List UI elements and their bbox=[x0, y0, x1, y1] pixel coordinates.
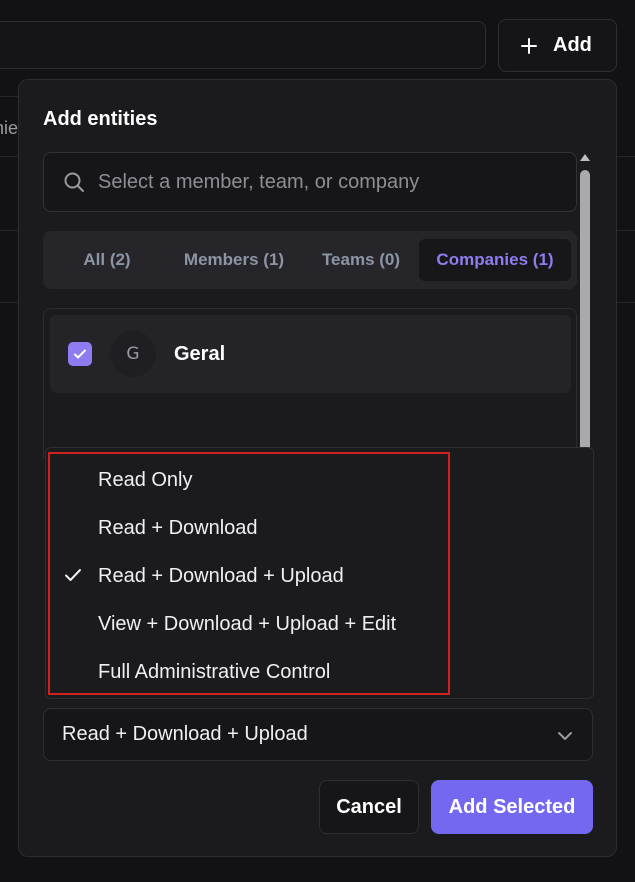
background-add-button[interactable]: Add bbox=[498, 19, 617, 72]
menu-item-read-download[interactable]: Read + Download bbox=[98, 517, 258, 540]
plus-icon bbox=[521, 37, 537, 54]
tab-members[interactable]: Members (1) bbox=[165, 239, 303, 281]
tab-teams[interactable]: Teams (0) bbox=[303, 239, 419, 281]
permission-dropdown-menu: Read Only Read + Download Read + Downloa… bbox=[45, 447, 594, 699]
entity-search-input[interactable] bbox=[98, 170, 538, 194]
tab-all[interactable]: All (2) bbox=[49, 239, 165, 281]
menu-item-view-download-upload-edit[interactable]: View + Download + Upload + Edit bbox=[98, 613, 396, 636]
menu-item-read-download-upload[interactable]: Read + Download + Upload bbox=[98, 565, 344, 588]
background-divider bbox=[0, 96, 20, 97]
permission-select-value: Read + Download + Upload bbox=[62, 723, 308, 745]
add-selected-button[interactable]: Add Selected bbox=[431, 780, 593, 834]
background-divider bbox=[615, 302, 635, 303]
background-divider bbox=[0, 156, 20, 157]
background-add-label: Add bbox=[553, 34, 592, 56]
scroll-up-arrow-icon[interactable] bbox=[580, 154, 590, 161]
entity-search-box[interactable] bbox=[43, 152, 577, 212]
menu-item-read-only[interactable]: Read Only bbox=[98, 469, 193, 492]
entity-list: G Geral bbox=[43, 308, 577, 458]
search-icon bbox=[64, 172, 84, 192]
background-tab-fragment: nie bbox=[0, 118, 19, 138]
entity-type-tabs: All (2) Members (1) Teams (0) Companies … bbox=[43, 231, 577, 289]
background-divider bbox=[0, 302, 20, 303]
avatar: G bbox=[110, 331, 156, 377]
chevron-down-icon bbox=[558, 732, 572, 740]
list-item[interactable]: G Geral bbox=[50, 315, 571, 393]
add-entities-dialog: Add entities All (2) Members (1) Teams (… bbox=[18, 79, 617, 857]
permission-select[interactable]: Read + Download + Upload bbox=[43, 708, 593, 761]
background-divider bbox=[615, 156, 635, 157]
background-search-field[interactable] bbox=[0, 21, 486, 69]
dialog-title: Add entities bbox=[43, 108, 158, 130]
menu-item-full-admin[interactable]: Full Administrative Control bbox=[98, 661, 330, 684]
cancel-button[interactable]: Cancel bbox=[319, 780, 419, 834]
checkmark-icon bbox=[74, 349, 86, 359]
entity-checkbox[interactable] bbox=[68, 342, 92, 366]
tab-companies[interactable]: Companies (1) bbox=[419, 239, 571, 281]
background-divider bbox=[615, 230, 635, 231]
checkmark-icon bbox=[65, 569, 81, 581]
entity-name: Geral bbox=[174, 342, 226, 365]
background-divider bbox=[0, 230, 20, 231]
